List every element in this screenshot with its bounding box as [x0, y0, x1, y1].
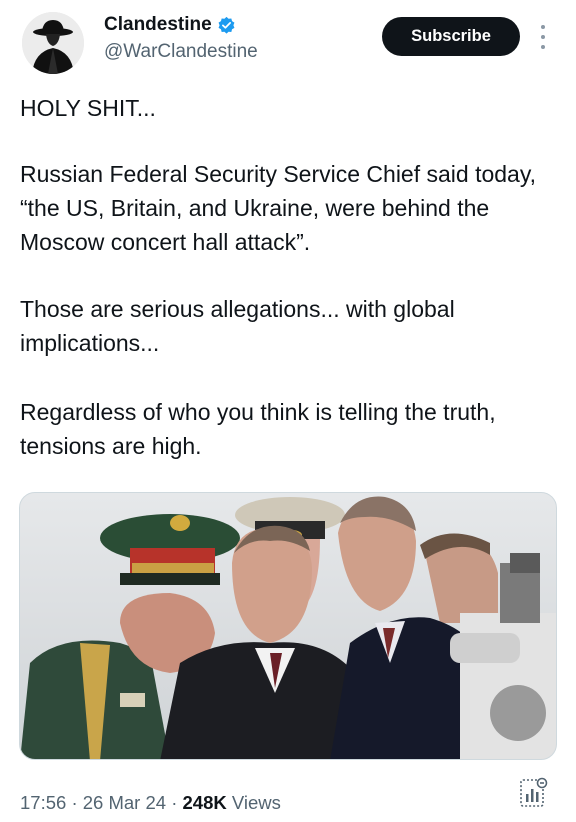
analytics-icon[interactable]: [518, 777, 548, 809]
tweet-date[interactable]: 26 Mar 24: [83, 792, 166, 813]
photo-image: [20, 493, 556, 759]
author-names: Clandestine @WarClandestine: [104, 14, 258, 63]
tweet-paragraph-2: Russian Federal Security Service Chief s…: [20, 161, 537, 255]
avatar[interactable]: [22, 12, 84, 74]
separator: ·: [71, 792, 78, 813]
tweet-photo[interactable]: [19, 492, 557, 760]
separator: ·: [171, 792, 178, 813]
subscribe-button[interactable]: Subscribe: [382, 17, 520, 56]
tweet-meta: 17:56 · 26 Mar 24 · 248K Views: [20, 792, 281, 814]
tweet-time[interactable]: 17:56: [20, 792, 66, 813]
display-name-row: Clandestine: [104, 14, 258, 36]
avatar-image: [22, 12, 84, 74]
author-handle[interactable]: @WarClandestine: [104, 41, 258, 63]
display-name[interactable]: Clandestine: [104, 14, 212, 36]
verified-badge-icon: [217, 16, 236, 35]
tweet-paragraph-3: Those are serious allegations... with gl…: [20, 296, 455, 356]
views-label: Views: [231, 792, 281, 813]
tweet-header: Clandestine @WarClandestine Subscribe: [0, 0, 576, 86]
tweet-paragraph-1: HOLY SHIT...: [20, 95, 156, 121]
views-count: 248K: [182, 792, 227, 813]
tweet-paragraph-4: Regardless of who you think is telling t…: [20, 399, 496, 459]
more-vertical-icon[interactable]: [536, 22, 550, 52]
